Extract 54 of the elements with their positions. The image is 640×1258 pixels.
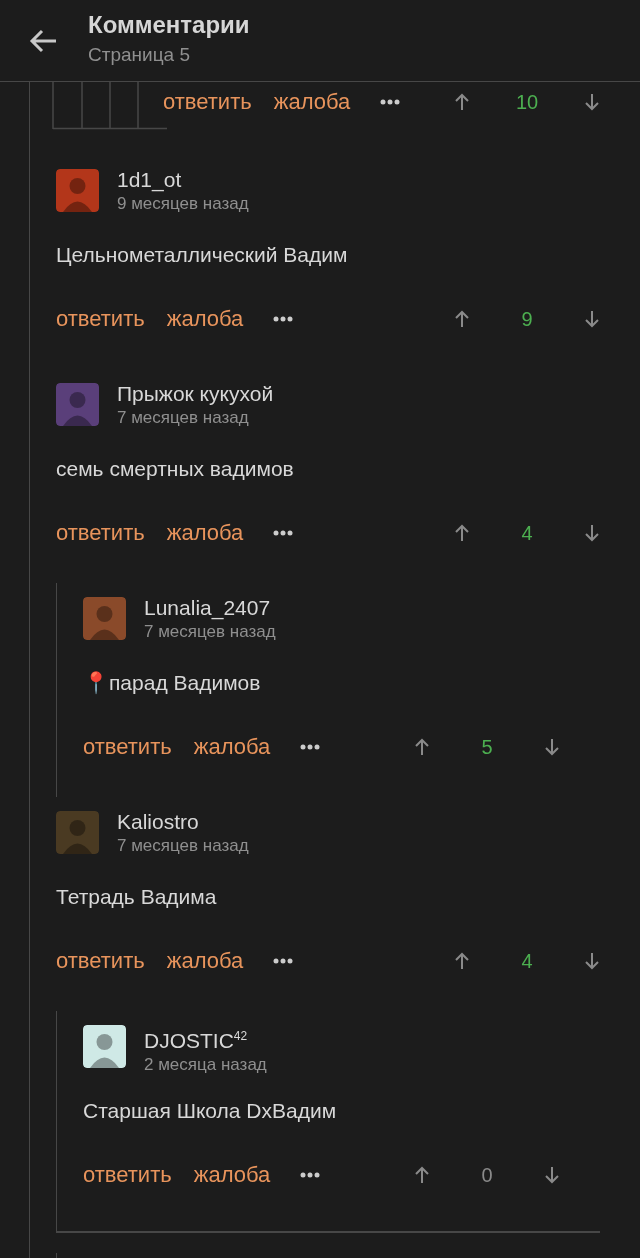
author-name[interactable]: 1d1_ot bbox=[117, 167, 249, 193]
more-icon[interactable] bbox=[380, 99, 401, 105]
report-link[interactable]: жалоба bbox=[193, 1162, 271, 1188]
report-link[interactable]: жалоба bbox=[193, 734, 271, 760]
upvote-icon[interactable] bbox=[454, 524, 470, 542]
comment-text: Тетрадь Вадима bbox=[56, 884, 218, 910]
author-name[interactable]: Kaliostro bbox=[117, 809, 249, 835]
more-icon[interactable] bbox=[273, 316, 294, 322]
score: 4 bbox=[520, 949, 534, 973]
upvote-icon[interactable] bbox=[454, 310, 470, 328]
author-name[interactable]: Lunalia_2407 bbox=[144, 595, 276, 621]
downvote-icon[interactable] bbox=[584, 310, 600, 328]
downvote-icon[interactable] bbox=[544, 1166, 560, 1184]
report-link[interactable]: жалоба bbox=[166, 948, 244, 974]
reply-link[interactable]: ответить bbox=[163, 89, 252, 115]
upvote-icon[interactable] bbox=[414, 738, 430, 756]
comment-time: 7 месяцев назад bbox=[117, 407, 250, 429]
score: 10 bbox=[514, 90, 540, 114]
downvote-icon[interactable] bbox=[584, 952, 600, 970]
upvote-icon[interactable] bbox=[454, 952, 470, 970]
back-icon[interactable] bbox=[29, 28, 57, 53]
downvote-icon[interactable] bbox=[584, 93, 600, 111]
report-link[interactable]: жалоба bbox=[166, 306, 244, 332]
more-icon[interactable] bbox=[300, 1172, 321, 1178]
score: 0 bbox=[480, 1163, 494, 1187]
downvote-icon[interactable] bbox=[544, 738, 560, 756]
comment-time: 7 месяцев назад bbox=[117, 835, 249, 857]
author-name[interactable]: Прыжок кукухой bbox=[117, 381, 274, 407]
author-name[interactable]: DJOSTIC$^{42}$ bbox=[144, 1023, 267, 1054]
reply-link[interactable]: ответить bbox=[56, 306, 145, 332]
comment-time: 2 месяца назад bbox=[144, 1054, 267, 1076]
score: 9 bbox=[520, 307, 534, 331]
reply-link[interactable]: ответить bbox=[56, 948, 145, 974]
reply-link[interactable]: ответить bbox=[83, 1162, 172, 1188]
reply-link[interactable]: ответить bbox=[83, 734, 172, 760]
report-link[interactable]: жалоба bbox=[273, 89, 351, 115]
upvote-icon[interactable] bbox=[414, 1166, 430, 1184]
upvote-icon[interactable] bbox=[454, 93, 470, 111]
downvote-icon[interactable] bbox=[584, 524, 600, 542]
score: 5 bbox=[480, 735, 494, 759]
more-icon[interactable] bbox=[273, 958, 294, 964]
comment-text: Цельнометаллический Вадим bbox=[56, 242, 349, 268]
more-icon[interactable] bbox=[300, 744, 321, 750]
page-title: Комментарии bbox=[88, 9, 250, 40]
comment-text: Старшая Школа DxВадим bbox=[83, 1098, 338, 1124]
comment-text: 📍парад Вадимов bbox=[83, 670, 262, 696]
report-link[interactable]: жалоба bbox=[166, 520, 244, 546]
score: 4 bbox=[520, 521, 534, 545]
comment-text: семь смертных вадимов bbox=[56, 456, 295, 482]
more-icon[interactable] bbox=[273, 530, 294, 536]
comment-time: 7 месяцев назад bbox=[144, 621, 276, 643]
comment-time: 9 месяцев назад bbox=[117, 193, 249, 215]
reply-link[interactable]: ответить bbox=[56, 520, 145, 546]
page-subtitle: Страница 5 bbox=[88, 42, 191, 67]
